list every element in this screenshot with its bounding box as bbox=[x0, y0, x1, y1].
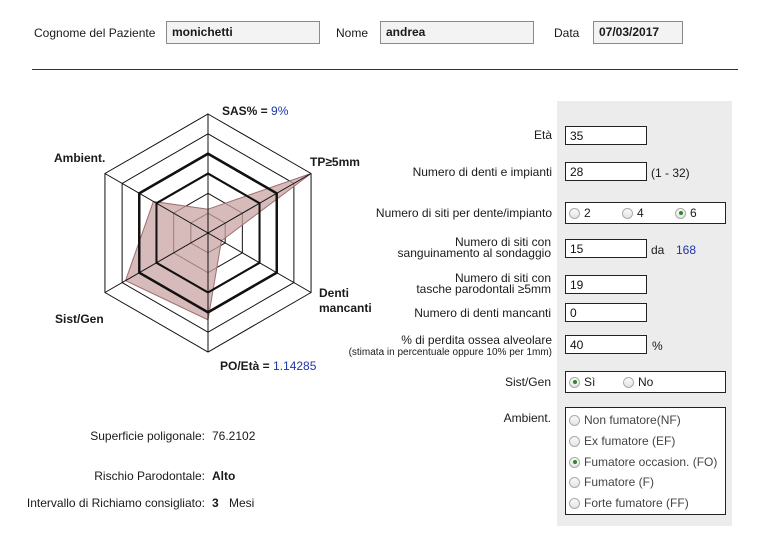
denti-label-line2: mancanti bbox=[319, 301, 372, 315]
ambient-option-ff[interactable]: Forte fumatore (FF) bbox=[569, 496, 689, 510]
siti-option-4[interactable]: 4 bbox=[622, 206, 644, 220]
tasche-label: Numero di siti con tasche parodontali ≥5… bbox=[416, 271, 551, 296]
tasche-field[interactable]: 19 bbox=[565, 275, 647, 294]
date-label: Data bbox=[554, 26, 580, 40]
ambient-option-ef[interactable]: Ex fumatore (EF) bbox=[569, 434, 675, 448]
sanguinamento-field[interactable]: 15 bbox=[565, 239, 647, 258]
sanguinamento-total: 168 bbox=[676, 243, 697, 257]
eta-label: Età bbox=[533, 128, 552, 142]
date-field[interactable]: 07/03/2017 bbox=[593, 21, 683, 44]
superficie-label: Superficie poligonale: bbox=[90, 429, 205, 443]
ambient-option-fo[interactable]: Fumatore occasion. (FO) bbox=[569, 455, 717, 469]
radio-icon bbox=[622, 207, 633, 219]
rischio-label: Rischio Parodontale: bbox=[94, 469, 205, 483]
eta-field[interactable]: 35 bbox=[565, 126, 647, 145]
sanguinamento-label: Numero di siti con sanguinamento al sond… bbox=[397, 235, 551, 260]
denti-range: (1 - 32) bbox=[651, 166, 690, 180]
sas-label: SAS% = bbox=[222, 104, 268, 118]
surname-label: Cognome del Paziente bbox=[34, 26, 156, 40]
radio-selected-icon bbox=[569, 456, 580, 468]
radio-selected-icon bbox=[675, 207, 686, 219]
siti-option-2[interactable]: 2 bbox=[569, 206, 591, 220]
radio-icon bbox=[569, 476, 580, 488]
sist-label: Sist/Gen bbox=[504, 375, 551, 389]
surname-field[interactable]: monichetti bbox=[166, 21, 320, 44]
radio-icon bbox=[569, 497, 580, 509]
intervallo-label: Intervallo di Richiamo consigliato: bbox=[26, 496, 205, 510]
rischio-value: Alto bbox=[212, 469, 236, 483]
perdita-label: % di perdita ossea alveolare bbox=[401, 333, 552, 347]
radio-icon bbox=[569, 207, 580, 219]
po-label: PO/Età = bbox=[220, 359, 270, 373]
radar-polygon bbox=[124, 173, 312, 321]
denti-label: Numero di denti e impianti bbox=[412, 165, 552, 179]
radio-icon bbox=[569, 435, 580, 447]
radio-icon bbox=[569, 414, 580, 426]
axis-label-ambient: Ambient. bbox=[54, 151, 106, 165]
siti-label: Numero di siti per dente/impianto bbox=[375, 206, 552, 220]
sanguinamento-da: da bbox=[651, 243, 665, 257]
sist-option-si[interactable]: Sì bbox=[569, 375, 595, 389]
axis-label-sist: Sist/Gen bbox=[55, 312, 104, 326]
header-divider bbox=[32, 69, 738, 70]
perdita-field[interactable]: 40 bbox=[565, 335, 647, 354]
denti-label-line1: Denti bbox=[319, 286, 349, 300]
sas-value: 9% bbox=[271, 104, 289, 118]
name-label: Nome bbox=[336, 26, 369, 40]
axis-label-tp: TP≥5mm bbox=[310, 155, 360, 169]
ambient-option-f[interactable]: Fumatore (F) bbox=[569, 475, 654, 489]
perdita-sublabel: (stimata in percentuale oppure 10% per 1… bbox=[348, 347, 552, 358]
denti-field[interactable]: 28 bbox=[565, 162, 647, 181]
axis-label-po: PO/Età = 1.14285 bbox=[220, 359, 316, 373]
siti-option-6[interactable]: 6 bbox=[675, 206, 697, 220]
ambient-option-nf[interactable]: Non fumatore(NF) bbox=[569, 413, 681, 427]
ambient-label: Ambient. bbox=[503, 411, 551, 425]
perdita-unit: % bbox=[652, 339, 663, 353]
sist-option-no[interactable]: No bbox=[623, 375, 653, 389]
po-value: 1.14285 bbox=[273, 359, 317, 373]
superficie-value: 76.2102 bbox=[212, 429, 256, 443]
radar-axes bbox=[104, 114, 312, 352]
intervallo-value: 3 bbox=[212, 496, 219, 510]
radio-selected-icon bbox=[569, 376, 580, 388]
axis-label-denti: Denti mancanti bbox=[319, 286, 372, 316]
mancanti-field[interactable]: 0 bbox=[565, 303, 647, 322]
radio-icon bbox=[623, 376, 634, 388]
name-field[interactable]: andrea bbox=[380, 21, 534, 44]
intervallo-unit: Mesi bbox=[229, 496, 255, 510]
radar-chart bbox=[104, 113, 312, 353]
mancanti-label: Numero di denti mancanti bbox=[414, 306, 551, 320]
axis-label-sas: SAS% = 9% bbox=[222, 104, 288, 118]
